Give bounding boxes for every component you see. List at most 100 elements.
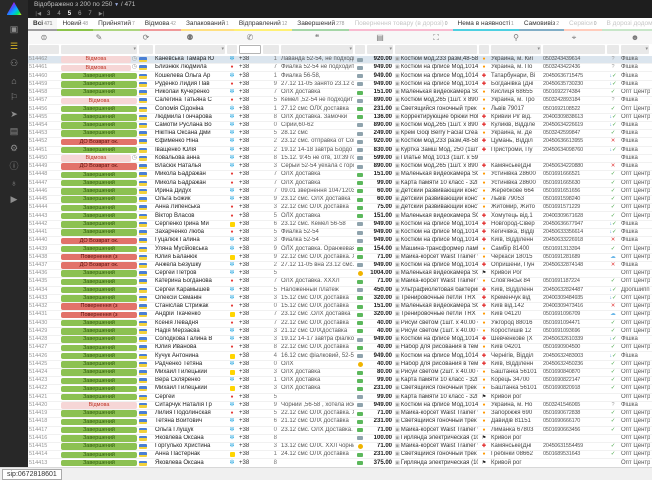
filter-cell-flag[interactable] (139, 45, 153, 54)
tab-6[interactable]: Відправлений12 (234, 18, 292, 31)
filter-dropdown-icon[interactable]: ▾ (349, 46, 352, 53)
order-row[interactable]: 514435ЗавершенийКатерина Богданова●+387О… (28, 278, 652, 286)
tab-5[interactable]: Запакований1 (181, 18, 234, 31)
header-carrier-column[interactable] (478, 31, 490, 44)
page-button-5[interactable]: 5 (68, 11, 71, 17)
last-page-button[interactable]: ▶❘ (99, 11, 105, 17)
filter-cell-address[interactable]: ▾ (491, 45, 541, 54)
header-comment-column[interactable]: ❝ (280, 31, 354, 44)
filter-cell-n[interactable] (263, 45, 279, 54)
order-row[interactable]: 514462Відмова◷Каневська Тамара Ю✼+381Лав… (28, 56, 652, 64)
order-row[interactable]: 514416ЗавершенийЯковлева Оксана✼+388100.… (28, 435, 652, 443)
pager-dropdown-icon[interactable]: ▼ (114, 2, 119, 8)
filter-cell-status[interactable]: ▾ (61, 45, 137, 54)
order-row[interactable]: 514436ЗавершенийСергей Петров✼+3851004.0… (28, 270, 652, 278)
filter-input-phone[interactable] (239, 45, 261, 54)
order-row[interactable]: 514415ЗавершенийГоргулько Христина✼+3831… (28, 443, 652, 451)
order-row[interactable]: 514446ЗавершенийИрина Дидух✼+38709.01 зв… (28, 188, 652, 196)
order-row[interactable]: 514417ЗавершенийОльга Глущук✼+38023.12 с… (28, 427, 652, 435)
tab-7[interactable]: Завершений278 (292, 18, 349, 31)
tab-8[interactable]: Повернення товару (в дорозі)0 (349, 18, 452, 31)
header-price-column[interactable]: ▤ (366, 31, 394, 44)
order-row[interactable]: 514419ЗавершенийЛилия Подолинская●+38522… (28, 410, 652, 418)
header-id-column[interactable]: ⊜ (28, 31, 60, 44)
filter-cell-op[interactable] (227, 45, 237, 54)
page-button-4[interactable]: 4 (57, 11, 60, 17)
header-flag-column[interactable]: ⟳ (138, 31, 154, 44)
filter-dropdown-icon[interactable]: ▾ (389, 46, 392, 53)
tab-3[interactable]: Прийнятий7 (93, 18, 140, 31)
filter-cell-shop[interactable]: ▾ (621, 45, 649, 54)
order-row[interactable]: 514452ДО Возврат ок.Єфименко Ніна✼+38223… (28, 138, 652, 146)
order-row[interactable]: 514445ЗавершенийОльга Божик✼+38923.12 см… (28, 196, 652, 204)
order-row[interactable]: 514447ЗавершенийМикола Бадражан●+387ОЛХ … (28, 180, 652, 188)
order-row[interactable]: 514424ЗавершенийМихаил Гилецький+383ОЛХ … (28, 369, 652, 377)
first-page-button[interactable]: ❘◀ (34, 11, 40, 17)
header-ts-column[interactable] (606, 31, 620, 44)
page-button-3[interactable]: 3 (47, 11, 50, 17)
order-row[interactable]: 514444ЗавершенийАнна Липенська●+38322.12… (28, 204, 652, 212)
tab-12[interactable]: В дорозі додому0 (602, 18, 652, 31)
order-row[interactable]: 514461Відмова◷Близнюк Людмила●+387Фиалка… (28, 64, 652, 72)
order-row[interactable]: 514439ЗавершенийУляна Мусійовська✼+389ОЛ… (28, 245, 652, 253)
order-row[interactable]: 514430ЗавершенийКсенія Левадня●+38722.12… (28, 320, 652, 328)
order-row[interactable]: 514440ДО Возврат ок.Гуцалюк Галина✼+383Ф… (28, 237, 652, 245)
filter-dropdown-icon[interactable]: ▾ (221, 46, 224, 53)
filter-cell-carrier[interactable] (479, 45, 489, 54)
tab-2[interactable]: Новий48 (57, 18, 93, 31)
order-row[interactable]: 514438Повернення (зЮлия Баланюк+38922.12… (28, 254, 652, 262)
order-row[interactable]: 514459ЗавершенийРуденко Лидия Пав●+38927… (28, 81, 652, 89)
order-row[interactable]: 514431Повернення (зАндрій Ткаченко+38723… (28, 311, 652, 319)
filter-dropdown-icon[interactable]: ▾ (537, 46, 540, 53)
order-row[interactable]: 514448ЗавершенийМикола Бадражан●+387ОЛХ … (28, 171, 652, 179)
filter-dropdown-icon[interactable]: ▾ (645, 46, 648, 53)
tab-9[interactable]: Нема в наявності1 (453, 18, 519, 31)
order-row[interactable]: 514425ЗавершенийРадченко Тетяна✼+380ОЛХ4… (28, 361, 652, 369)
order-row[interactable]: 514453ЗавершенийНікітіна Оксана Дми✼+385… (28, 130, 652, 138)
sidebar-item-clients[interactable]: ⚇ (0, 55, 28, 72)
order-row[interactable]: 514414ЗавершенийАнна Пастернак+38124.12 … (28, 451, 652, 459)
sidebar-item-info[interactable]: ⓘ (0, 157, 28, 174)
header-phone-column[interactable]: ✆ (238, 31, 262, 44)
order-row[interactable]: 514449ДО Возврат ок.Власюк Наталья✼+383С… (28, 163, 652, 171)
filter-cell-price[interactable]: ▾ (367, 45, 393, 54)
page-button-7[interactable]: 7 (88, 11, 91, 17)
tab-11[interactable]: Сервіси0 (564, 18, 601, 31)
header-shop-column[interactable]: ☻ (620, 31, 650, 44)
order-row[interactable]: 514427ЗавершенийЮлия Иванова●+38822.12 с… (28, 344, 652, 352)
filter-dropdown-icon[interactable]: ▾ (133, 46, 136, 53)
order-row[interactable]: 514432Повернення (зСтаніслав Стрижак●+38… (28, 303, 652, 311)
sidebar-item-orders[interactable]: ☰ (0, 38, 28, 55)
sidebar-item-dashboard[interactable]: ▣ (0, 21, 28, 38)
sidebar-item-settings[interactable]: ⚙ (0, 140, 28, 157)
order-row[interactable]: 514420ВідмоваСитарчук Наталія Гр✼+389Чор… (28, 402, 652, 410)
header-name-column[interactable]: ⚉ (154, 31, 226, 44)
header-status-column[interactable]: ✎ (60, 31, 138, 44)
order-row[interactable]: 514418ЗавершенийТетяна Войтович✼+38621.1… (28, 418, 652, 426)
order-row[interactable]: 514451ЗавершенийІващенко Юлія✼+38219.12 … (28, 147, 652, 155)
sidebar-item-campaigns[interactable]: ➤ (0, 106, 28, 123)
filter-cell-pay[interactable] (355, 45, 365, 54)
order-row[interactable]: 514441ЗавершенийЗахарченко Люба●+385Фиал… (28, 229, 652, 237)
order-row[interactable]: 514437ДО Возврат ок.Анжела Безушку✼+3822… (28, 262, 652, 270)
filter-cell-name[interactable]: ▾ (155, 45, 225, 54)
order-row[interactable]: 514422ЗавершенийМихаил Гилецький+383ОЛХ … (28, 385, 652, 393)
tab-10[interactable]: Самовивіз2 (519, 18, 564, 31)
order-row[interactable]: 514456ЗавершенийСоломія Сідоніна✼+38127.… (28, 105, 652, 113)
header-op-column[interactable] (226, 31, 238, 44)
order-row[interactable]: 514455ЗавершенийЛюдмила Гончарова✼+388ОЛ… (28, 114, 652, 122)
filter-cell-id[interactable] (29, 45, 59, 54)
filter-cell-tracking[interactable] (543, 45, 605, 54)
tab-4[interactable]: Відмова42 (140, 18, 181, 31)
order-row[interactable]: 514443ЗавершенийВіктор Власов●+385ОЛХ до… (28, 212, 652, 220)
header-product-column[interactable]: ⛶ (394, 31, 478, 44)
page-button-6[interactable]: 6 (78, 11, 81, 17)
order-row[interactable]: 514450Відмова◷Ковальова анна✼+38815.12. … (28, 155, 652, 163)
header-pay-column[interactable] (354, 31, 366, 44)
filter-cell-comment[interactable]: ▾ (281, 45, 353, 54)
order-row[interactable]: 514454ЗавершенийСамотій Руслана Во✼+380С… (28, 122, 652, 130)
order-row[interactable]: 514434ЗавершенийСергей Карамышев✼+385Нал… (28, 287, 652, 295)
app-logo-icon[interactable] (7, 2, 22, 15)
order-row[interactable]: 514426ЗавершенийКучук Антонина+38416.12 … (28, 352, 652, 360)
order-row[interactable]: 514460ЗавершенийКошелева Ольга Ар✼+381Фи… (28, 72, 652, 80)
